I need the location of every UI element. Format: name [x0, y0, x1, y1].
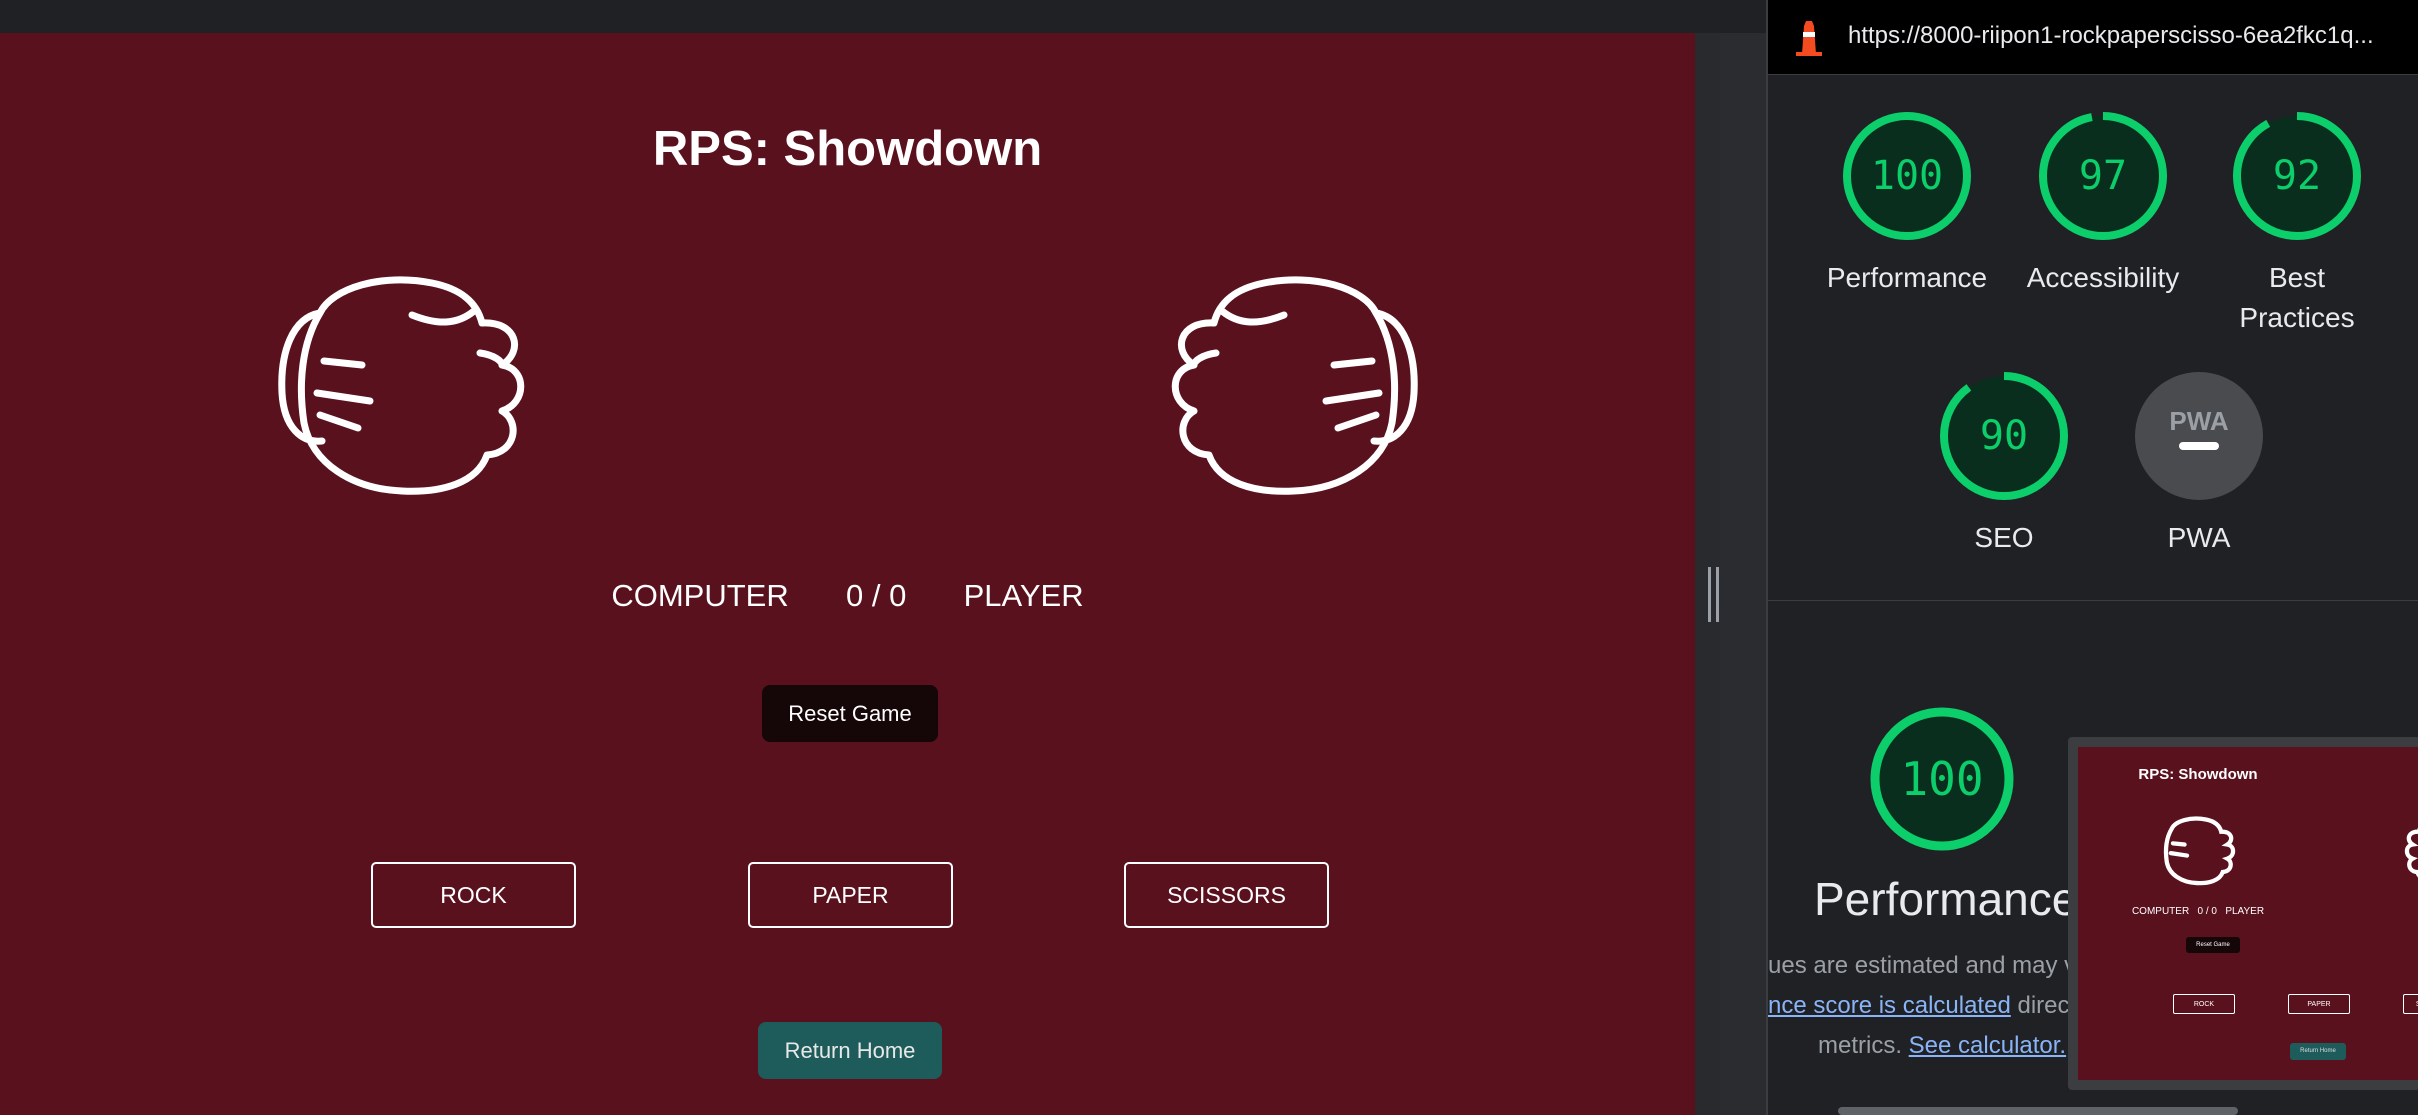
scissors-button[interactable]: SCISSORS — [1124, 862, 1329, 928]
accessibility-gauge[interactable]: 97 — [2037, 110, 2169, 242]
thumb-score: 0 / 0 — [2197, 906, 2217, 917]
reset-game-button[interactable]: Reset Game — [762, 685, 938, 742]
best-practices-score: 92 — [2272, 153, 2322, 199]
thumb-computer-label: COMPUTER — [2131, 906, 2190, 917]
thumb-paper-button: PAPER — [2288, 994, 2350, 1014]
performance-score: 100 — [1870, 153, 1944, 199]
lighthouse-panel: https://8000-riipon1-rockpaperscisso-6ea… — [1766, 0, 2418, 1115]
panel-edge — [1720, 33, 1766, 1115]
performance-heading: Performance — [1814, 873, 2078, 925]
perf-desc-line3: metrics. See calculator. — [1818, 1032, 2066, 1060]
pwa-badge-icon: PWA — [2135, 372, 2263, 500]
thumb-reset-button: Reset Game — [2186, 937, 2240, 953]
best-practices-label-line2: Practices — [2239, 302, 2355, 333]
performance-label: Performance — [1826, 262, 1988, 293]
perf-desc-line3-prefix: metrics. — [1818, 1032, 1902, 1059]
thumb-home-button: Return Home — [2290, 1043, 2346, 1060]
performance-main-gauge: 100 — [1869, 706, 2015, 852]
pwa-badge-text: PWA — [2169, 406, 2228, 436]
score-calculated-link[interactable]: nce score is calculated — [1768, 992, 2011, 1019]
accessibility-label: Accessibility — [2026, 262, 2180, 293]
panel-resize-handle[interactable] — [1708, 567, 1721, 622]
computer-label: COMPUTER — [611, 578, 789, 613]
rock-button[interactable]: ROCK — [371, 862, 576, 928]
page-screenshot-thumbnail[interactable]: RPS: Showdown COMPUTER 0 / 0 PLAYER Rese… — [2068, 737, 2418, 1090]
section-divider — [1768, 600, 2418, 601]
pwa-gauge[interactable]: PWA — [2133, 370, 2265, 502]
seo-label: SEO — [1974, 522, 2034, 553]
paper-button[interactable]: PAPER — [748, 862, 953, 928]
horizontal-scrollbar[interactable] — [1838, 1107, 2238, 1115]
thumb-player-hand-icon — [2404, 827, 2418, 878]
perf-desc-line1: ues are estimated and may va — [1768, 952, 2090, 979]
game-page: RPS: Showdown COMPUTER 0 / 0 PLAYER Rese… — [0, 33, 1695, 1115]
performance-gauge[interactable]: 100 — [1841, 110, 1973, 242]
best-practices-label-line1: Best — [2268, 262, 2326, 293]
thumb-computer-hand-icon — [2163, 816, 2236, 886]
lighthouse-icon — [1796, 21, 1822, 56]
return-home-button[interactable]: Return Home — [758, 1022, 942, 1079]
thumb-score-row: COMPUTER 0 / 0 PLAYER — [2078, 906, 2318, 917]
best-practices-gauge[interactable]: 92 — [2231, 110, 2363, 242]
page-title: RPS: Showdown — [652, 122, 1043, 176]
pwa-label: PWA — [2167, 522, 2231, 553]
score-display: 0 / 0 — [846, 578, 907, 613]
url-bar: https://8000-riipon1-rockpaperscisso-6ea… — [1768, 0, 2418, 75]
score-row: COMPUTER 0 / 0 PLAYER — [0, 578, 1695, 614]
page-url[interactable]: https://8000-riipon1-rockpaperscisso-6ea… — [1848, 22, 2374, 50]
thumb-player-label: PLAYER — [2225, 906, 2265, 917]
player-hand-icon — [1171, 276, 1418, 495]
computer-hand-icon — [278, 276, 525, 495]
seo-gauge[interactable]: 90 — [1938, 370, 2070, 502]
accessibility-score: 97 — [2078, 153, 2128, 199]
perf-desc-line2: nce score is calculated direct — [1768, 992, 2076, 1020]
seo-score: 90 — [1979, 413, 2029, 459]
player-label: PLAYER — [963, 578, 1084, 613]
thumb-scissors-button: SCISSORS — [2403, 994, 2418, 1014]
thumbnail-content: RPS: Showdown COMPUTER 0 / 0 PLAYER Rese… — [2078, 747, 2418, 1080]
best-practices-label: Best Practices — [2197, 258, 2397, 338]
thumb-title: RPS: Showdown — [2138, 766, 2258, 783]
see-calculator-link[interactable]: See calculator. — [1909, 1032, 2066, 1059]
performance-main-score: 100 — [1900, 752, 1984, 806]
thumb-rock-button: ROCK — [2173, 994, 2235, 1014]
browser-top-strip — [0, 0, 1766, 33]
